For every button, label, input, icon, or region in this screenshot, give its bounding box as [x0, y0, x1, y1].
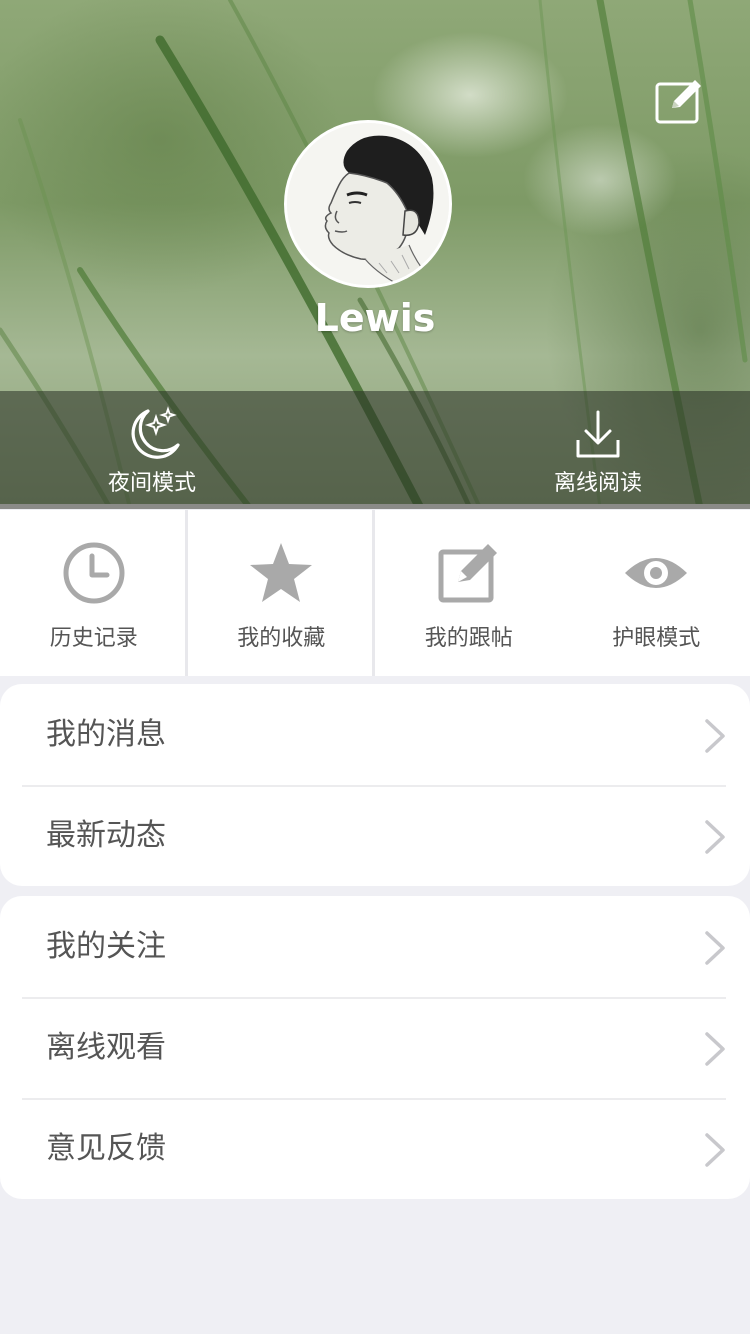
menu-item-latest-updates[interactable]: 最新动态	[0, 785, 750, 886]
chevron-right-icon	[705, 820, 725, 854]
grid-item-favorites[interactable]: 我的收藏	[188, 510, 376, 676]
download-icon	[576, 410, 620, 458]
menu-item-label: 意见反馈	[46, 1131, 166, 1166]
menu-item-my-follows[interactable]: 我的关注	[0, 896, 750, 997]
avatar-portrait-image	[287, 123, 449, 285]
chevron-right-icon	[705, 931, 725, 965]
profile-header: Lewis 夜间模式 离线阅读	[0, 0, 750, 508]
grid-item-label: 护眼模式	[612, 626, 701, 651]
header-divider	[0, 504, 750, 509]
quick-action-bar: 夜间模式 离线阅读	[0, 391, 750, 504]
menu-item-label: 我的消息	[46, 717, 166, 752]
clock-icon	[63, 542, 125, 604]
moon-stars-icon	[131, 406, 180, 459]
offline-reading-button[interactable]: 离线阅读	[488, 391, 708, 504]
night-mode-button[interactable]: 夜间模式	[42, 391, 262, 504]
chevron-right-icon	[705, 1133, 725, 1167]
grid-item-my-replies[interactable]: 我的跟帖	[375, 510, 563, 676]
grid-item-label: 历史记录	[49, 626, 138, 651]
avatar[interactable]	[284, 120, 452, 288]
grid-item-eye-care[interactable]: 护眼模式	[563, 510, 750, 676]
menu-card-2: 我的关注 离线观看 意见反馈	[0, 896, 750, 1199]
menu-item-feedback[interactable]: 意见反馈	[0, 1098, 750, 1199]
eye-icon	[625, 558, 688, 588]
night-mode-label: 夜间模式	[107, 471, 196, 496]
menu-item-label: 最新动态	[46, 818, 166, 853]
username: Lewis	[314, 296, 436, 340]
menu-item-label: 离线观看	[46, 1030, 166, 1065]
star-icon	[250, 543, 313, 602]
menu-item-my-messages[interactable]: 我的消息	[0, 684, 750, 785]
grid-item-label: 我的收藏	[237, 626, 326, 651]
menu-item-label: 我的关注	[46, 929, 166, 964]
edit-icon	[655, 80, 701, 124]
edit-profile-button[interactable]	[654, 78, 704, 126]
offline-reading-label: 离线阅读	[553, 471, 642, 496]
chevron-right-icon	[705, 1032, 725, 1066]
menu-item-offline-viewing[interactable]: 离线观看	[0, 997, 750, 1098]
grid-item-history[interactable]: 历史记录	[0, 510, 188, 676]
grid-item-label: 我的跟帖	[424, 626, 513, 651]
edit-note-icon	[438, 544, 497, 603]
feature-grid: 历史记录 我的收藏 我的跟帖 护眼模式	[0, 510, 750, 676]
chevron-right-icon	[705, 719, 725, 753]
menu-card-1: 我的消息 最新动态	[0, 684, 750, 886]
